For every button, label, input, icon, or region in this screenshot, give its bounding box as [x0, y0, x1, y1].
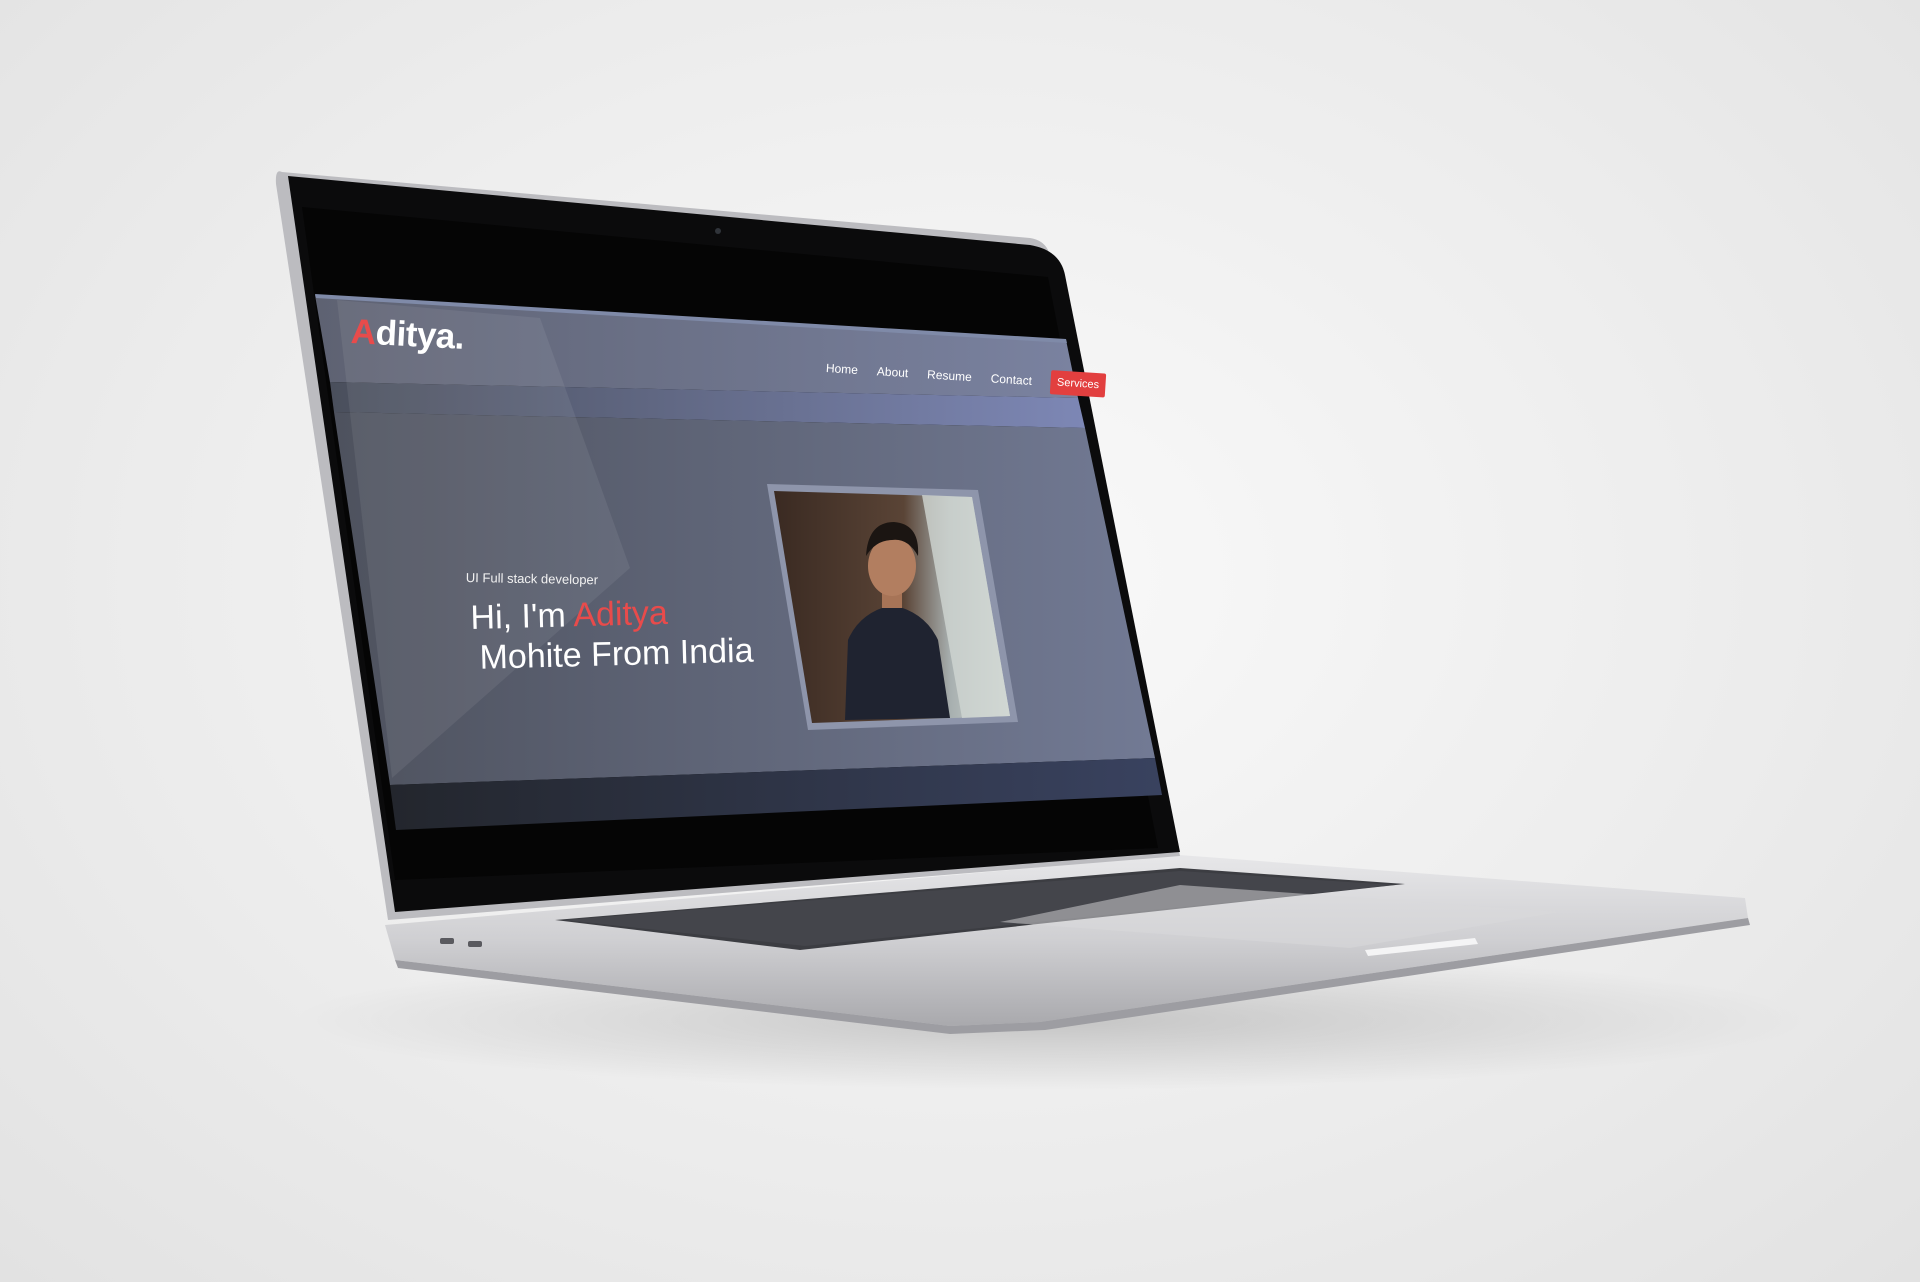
profile-photo	[767, 484, 1018, 730]
nav-contact[interactable]: Contact	[990, 371, 1032, 388]
laptop-mockup	[275, 171, 1810, 1090]
hero-title: Hi, I'm Aditya Mohite From India	[470, 591, 754, 678]
mockup-scene: Aditya. Home About Resume Contact Servic…	[0, 0, 1920, 1282]
brand-initial: A	[349, 312, 377, 353]
nav-home[interactable]: Home	[826, 361, 859, 377]
services-button[interactable]: Services	[1050, 370, 1106, 398]
brand-logo[interactable]: Aditya.	[350, 312, 465, 358]
hero-line-2: Mohite From India	[479, 631, 754, 677]
hero-greeting: Hi, I'm	[470, 596, 574, 637]
nav-resume[interactable]: Resume	[927, 367, 972, 384]
hero-subtitle: UI Full stack developer	[465, 570, 599, 588]
nav-about[interactable]: About	[876, 364, 908, 380]
hero-name-highlight: Aditya	[572, 593, 669, 635]
brand-rest: ditya.	[374, 313, 466, 357]
